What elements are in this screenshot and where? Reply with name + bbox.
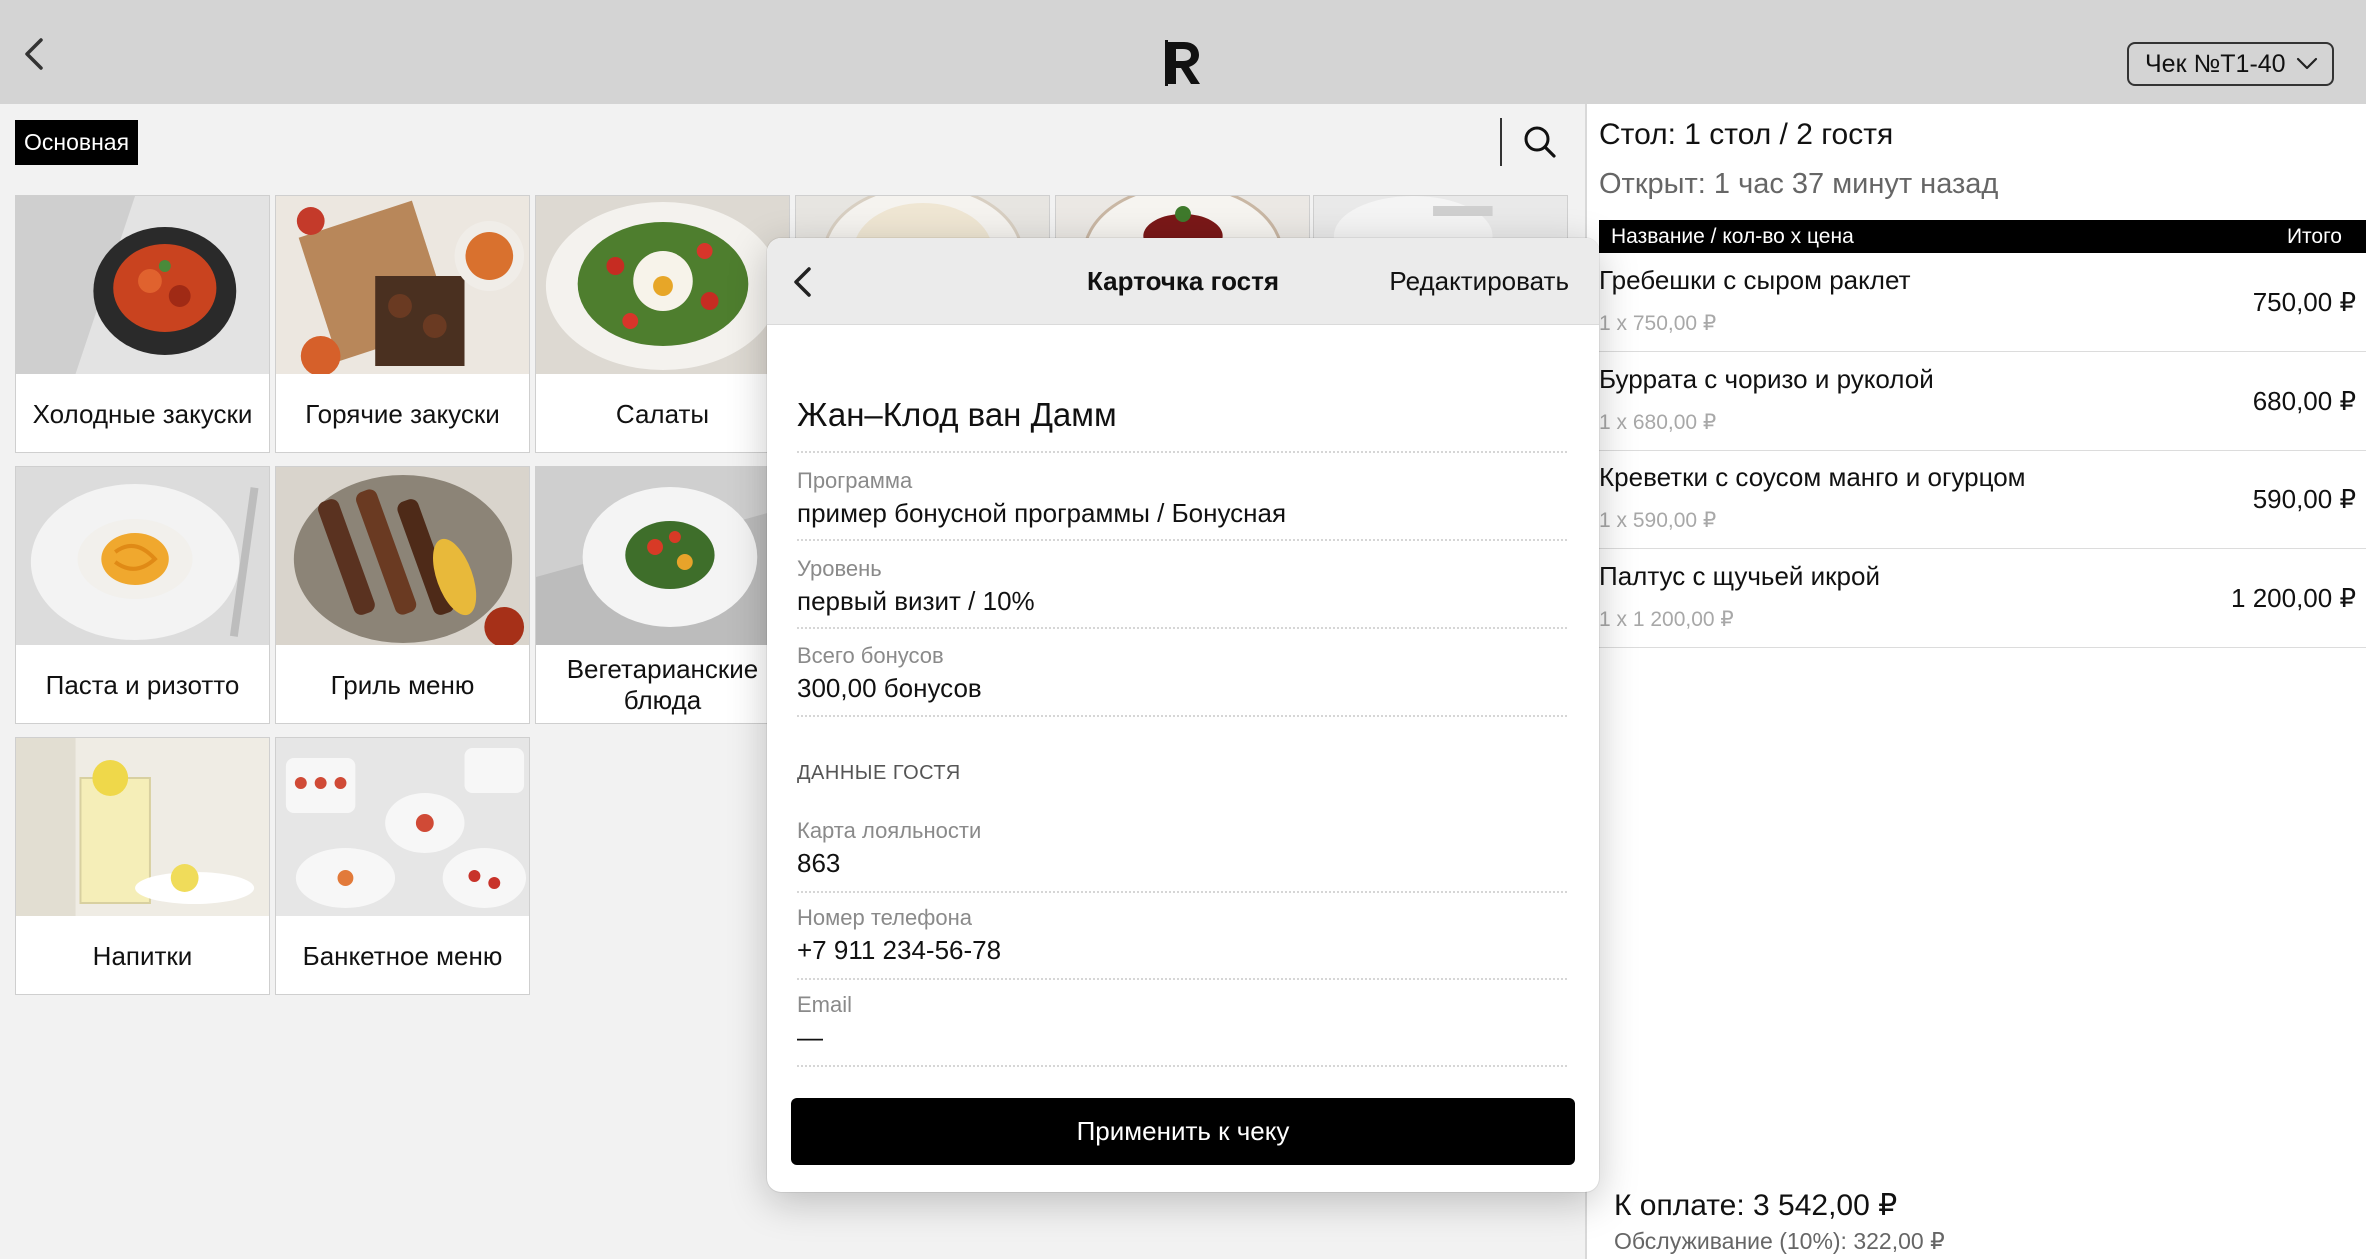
chevron-left-icon [25,38,43,70]
item-total: 1 200,00 ₽ [2231,583,2356,613]
order-item[interactable]: Креветки с соусом манго и огурцом 1 x 59… [1599,450,2366,549]
opened-info: Открыт: 1 час 37 минут назад [1599,168,1999,200]
category-tile[interactable]: Паста и ризотто [15,466,270,724]
separator [797,627,1567,629]
dish-photo-image [16,196,269,374]
item-name: Гребешки с сыром раклет [1599,265,1911,295]
category-tile[interactable]: Вегетарианские блюда [535,466,790,724]
item-total: 750,00 ₽ [2252,287,2356,317]
item-total: 680,00 ₽ [2252,386,2356,416]
category-tile[interactable]: Горячие закуски [275,195,530,453]
loyalty-card-label: Карта лояльности [797,818,982,843]
phone-value: +7 911 234-56-78 [797,935,1002,965]
item-name: Палтус с щучьей икрой [1599,561,1880,591]
category-tile[interactable]: Холодные закуски [15,195,270,453]
item-name: Креветки с соусом манго и огурцом [1599,462,2026,492]
item-qty: 1 x 680,00 ₽ [1599,411,1717,434]
apply-to-check-button[interactable]: Применить к чеку [791,1098,1575,1165]
category-tile[interactable]: Банкетное меню [275,737,530,995]
app-logo [1160,36,1206,90]
divider [1500,118,1502,166]
dish-photo-image [276,738,529,916]
program-label: Программа [797,468,913,493]
separator [797,451,1567,453]
top-bar: Чек №Т1-40 [0,0,2366,105]
edit-button[interactable]: Редактировать [1389,238,1569,324]
level-value: первый визит / 10% [797,586,1035,616]
separator [797,715,1567,717]
order-item[interactable]: Гребешки с сыром раклет 1 x 750,00 ₽ 750… [1599,253,2366,352]
guest-card-modal: Карточка гостя Редактировать Жан–Клод ва… [767,238,1599,1192]
separator [797,978,1567,980]
level-label: Уровень [797,556,882,581]
dish-photo-image [536,467,789,645]
item-qty: 1 x 750,00 ₽ [1599,312,1717,335]
search-icon [1524,126,1556,158]
loyalty-card-value: 863 [797,848,841,878]
bonuses-value: 300,00 бонусов [797,673,982,703]
bonuses-label: Всего бонусов [797,643,944,668]
dish-photo-image [16,738,269,916]
modal-back-button[interactable] [781,260,825,304]
category-label: Паста и ризотто [45,669,240,700]
total-to-pay: К оплате: 3 542,00 ₽ [1614,1189,1898,1222]
category-label: Банкетное меню [302,940,503,971]
order-item[interactable]: Палтус с щучьей икрой 1 x 1 200,00 ₽ 1 2… [1599,549,2366,648]
dish-photo-image [16,467,269,645]
category-tile[interactable]: Гриль меню [275,466,530,724]
item-total: 590,00 ₽ [2252,484,2356,514]
category-label: Гриль меню [330,669,475,700]
dish-photo-image [276,467,529,645]
phone-label: Номер телефона [797,905,972,930]
email-label: Email [797,992,853,1017]
guest-data-section-title: ДАННЫЕ ГОСТЯ [797,762,961,784]
service-charge: Обслуживание (10%): 322,00 ₽ [1614,1228,1945,1254]
separator [797,891,1567,893]
item-qty: 1 x 1 200,00 ₽ [1599,608,1734,631]
item-name: Буррата с чоризо и руколой [1599,364,1934,394]
modal-header: Карточка гостя Редактировать [767,238,1599,325]
chevron-down-icon [2296,57,2318,70]
search-button[interactable] [1518,120,1562,164]
order-item[interactable]: Буррата с чоризо и руколой 1 x 680,00 ₽ … [1599,352,2366,451]
separator [797,1065,1567,1067]
category-label: Напитки [92,940,193,971]
dish-photo-image [536,196,789,374]
item-qty: 1 x 590,00 ₽ [1599,509,1717,532]
chevron-left-icon [794,267,811,297]
program-value: пример бонусной программы / Бонусная [797,498,1287,528]
table-info: Стол: 1 стол / 2 гостя [1599,118,1894,151]
order-table-header: Название / кол-во x цена Итого [1599,220,2366,253]
check-selector[interactable]: Чек №Т1-40 [2127,42,2334,86]
check-selector-label: Чек №Т1-40 [2145,49,2286,78]
column-total: Итого [2286,225,2342,248]
category-tile[interactable]: Напитки [15,737,270,995]
menu-tab-main[interactable]: Основная [15,120,139,165]
back-button[interactable] [10,30,58,78]
category-label: Салаты [615,398,710,429]
category-label: Вегетарианские блюда [566,654,759,715]
email-value: — [797,1022,823,1052]
category-tile[interactable]: Салаты [535,195,790,453]
dish-photo-image [276,196,529,374]
guest-name: Жан–Клод ван Дамм [797,396,1117,433]
category-label: Горячие закуски [305,398,500,429]
separator [797,539,1567,541]
category-label: Холодные закуски [32,398,253,429]
column-name: Название / кол-во x цена [1611,225,1854,248]
